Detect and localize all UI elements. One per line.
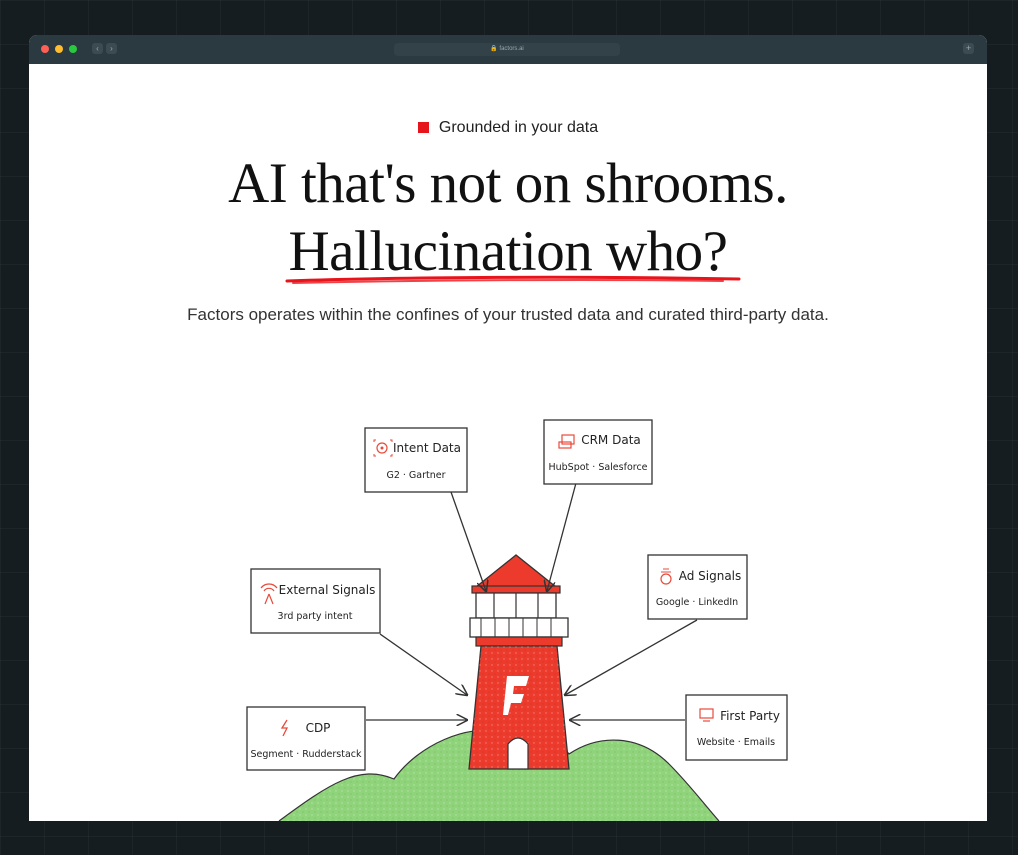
source-subtitle: Google · LinkedIn — [656, 597, 738, 608]
source-subtitle: Segment · Rudderstack — [250, 749, 362, 760]
source-title: First Party — [720, 709, 780, 723]
source-title: External Signals — [279, 583, 376, 597]
source-title: Ad Signals — [679, 569, 742, 583]
lock-icon: 🔒 — [490, 46, 498, 52]
source-box-external-signals: External Signals 3rd party intent — [250, 568, 381, 634]
forward-button[interactable]: › — [106, 43, 117, 54]
address-bar[interactable]: 🔒 factors.ai — [394, 43, 620, 56]
source-box-first-party: First Party Website · Emails — [685, 694, 788, 761]
close-window-button[interactable] — [41, 45, 49, 53]
source-title: CDP — [306, 721, 331, 735]
source-box-crm-data: CRM Data HubSpot · Salesforce — [543, 419, 653, 485]
source-subtitle: 3rd party intent — [278, 611, 353, 622]
browser-titlebar: ‹ › 🔒 factors.ai + — [29, 35, 987, 64]
maximize-window-button[interactable] — [69, 45, 77, 53]
new-tab-button[interactable]: + — [963, 43, 974, 54]
source-subtitle: Website · Emails — [697, 737, 775, 748]
source-subtitle: G2 · Gartner — [386, 470, 445, 481]
source-box-ad-signals: Ad Signals Google · LinkedIn — [647, 554, 748, 620]
browser-window: ‹ › 🔒 factors.ai + Grounded in your data… — [29, 35, 987, 821]
source-box-cdp: CDP Segment · Rudderstack — [246, 706, 366, 771]
source-box-intent-data: Intent Data G2 · Gartner — [364, 427, 468, 493]
minimize-window-button[interactable] — [55, 45, 63, 53]
address-bar-url: factors.ai — [499, 46, 524, 52]
data-sources-illustration: Intent Data G2 · Gartner CRM Data HubSpo… — [246, 419, 788, 821]
back-button[interactable]: ‹ — [92, 43, 103, 54]
source-title: Intent Data — [393, 441, 461, 455]
page-content: Grounded in your data AI that's not on s… — [29, 64, 987, 821]
source-title: CRM Data — [581, 433, 641, 447]
source-subtitle: HubSpot · Salesforce — [548, 462, 647, 473]
